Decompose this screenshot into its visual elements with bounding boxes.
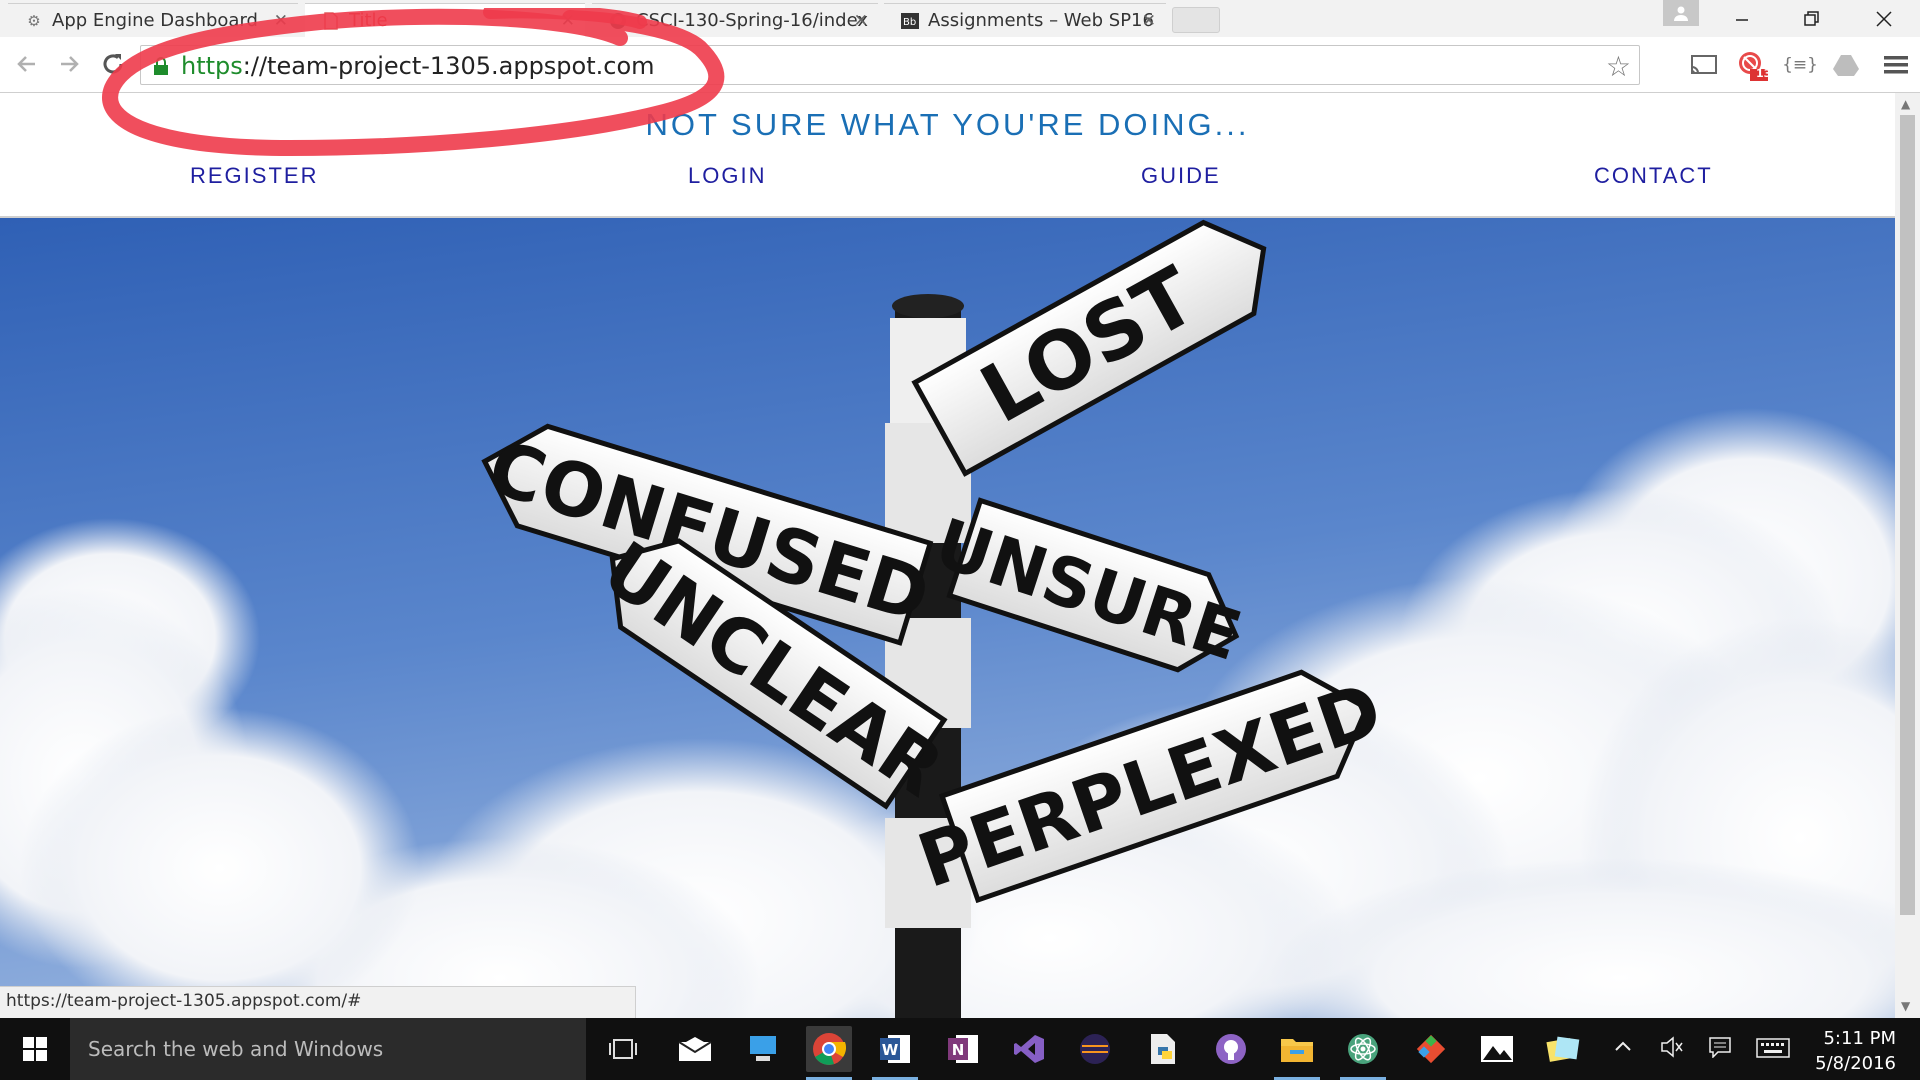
chrome-icon[interactable] [806,1026,852,1072]
url-text: https://team-project-1305.appspot.com [181,52,655,80]
tab-strip: ⚙ App Engine Dashboard ✕ Title ✕ CSCI-13… [0,0,1920,37]
tab-title: CSCI-130-Spring-16/index [636,10,869,31]
clock-time: 5:11 PM [1823,1028,1896,1049]
sticky-notes-icon[interactable] [1540,1026,1586,1072]
photos-icon[interactable] [1474,1026,1520,1072]
site-navigation: REGISTER LOGIN GUIDE CONTACT [0,163,1895,201]
reload-button[interactable] [96,47,130,81]
github-icon [608,11,628,31]
action-center-icon[interactable] [1708,1036,1732,1064]
nav-contact-link[interactable]: CONTACT [1594,163,1713,189]
page-scrollbar[interactable]: ▲ ▼ [1895,93,1920,1018]
reload-icon [103,54,123,74]
minimize-icon [1736,18,1748,21]
extension-badge: 13 [1756,67,1772,80]
python-file-icon[interactable] [1140,1026,1186,1072]
tab-app-engine-dashboard[interactable]: ⚙ App Engine Dashboard ✕ [8,3,298,37]
url-host: ://team-project-1305.appspot.com [242,52,655,80]
tab-title: App Engine Dashboard [52,10,258,31]
profile-button[interactable] [1663,0,1699,26]
gear-icon: ⚙ [27,11,41,30]
start-button[interactable] [0,1018,70,1080]
search-placeholder: Search the web and Windows [88,1037,384,1061]
document-icon [321,11,341,31]
person-icon [1674,6,1688,21]
extension-blocker-icon[interactable]: 13 [1736,49,1772,81]
close-window-button[interactable] [1856,0,1912,37]
cast-icon[interactable] [1688,49,1720,81]
menu-icon[interactable] [1880,49,1912,81]
github-desktop-icon[interactable] [1208,1026,1254,1072]
clock-date: 5/8/2016 [1815,1053,1896,1074]
file-explorer-icon[interactable] [1274,1026,1320,1072]
chevron-up-icon [1615,1041,1631,1051]
tab-title: Assignments – Web SP16 [928,10,1154,31]
close-icon [1876,10,1892,27]
explorer-pc-icon[interactable] [740,1026,786,1072]
link-status-bubble: https://team-project-1305.appspot.com/# [0,986,636,1018]
volume-muted-icon[interactable] [1660,1036,1684,1064]
taskbar-search-box[interactable]: Search the web and Windows [70,1018,586,1080]
drive-icon[interactable] [1830,49,1862,81]
arrow-right-icon [61,56,79,72]
scrollbar-thumb[interactable] [1900,115,1915,915]
scroll-down-icon[interactable]: ▼ [1901,999,1910,1013]
page-title: NOT SURE WHAT YOU'RE DOING... [645,107,1250,142]
svg-text:N: N [952,1041,965,1059]
windows-logo-icon [23,1037,47,1061]
nav-register-link[interactable]: REGISTER [190,163,318,189]
close-icon[interactable]: ✕ [561,11,575,31]
tab-assignments[interactable]: Bb Assignments – Web SP16 ✕ [884,3,1166,37]
arrow-left-icon [17,56,35,72]
bookmark-star-icon[interactable]: ☆ [1606,50,1631,83]
browser-toolbar: https://team-project-1305.appspot.com ☆ … [0,37,1920,93]
system-clock[interactable]: 5:11 PM 5/8/2016 [1815,1026,1896,1076]
json-viewer-icon[interactable]: {≡} [1782,49,1818,81]
onenote-icon[interactable]: N [940,1026,986,1072]
mail-icon[interactable] [672,1026,718,1072]
show-hidden-icons-button[interactable] [1614,1033,1632,1058]
svg-text:Bb: Bb [903,17,916,28]
address-bar[interactable]: https://team-project-1305.appspot.com ☆ [140,45,1640,85]
close-icon[interactable]: ✕ [1142,11,1156,31]
scroll-up-icon[interactable]: ▲ [1901,97,1910,111]
web-page: NOT SURE WHAT YOU'RE DOING... REGISTER L… [0,93,1895,1018]
atom-icon[interactable] [1340,1026,1386,1072]
blackboard-icon: Bb [900,11,920,31]
hero-signpost-image: LOST CONFUSED UNSURE UNCLEAR PERPLEXED [0,218,1895,1018]
tab-title: Title [349,10,388,31]
git-gui-icon[interactable] [1408,1026,1454,1072]
back-button[interactable] [10,47,44,81]
close-icon[interactable]: ✕ [854,11,868,31]
close-icon[interactable]: ✕ [274,11,288,31]
windows-taskbar: Search the web and Windows W N 5:11 PM 5… [0,1018,1920,1080]
task-view-icon[interactable] [600,1026,646,1072]
touch-keyboard-icon[interactable] [1756,1038,1790,1064]
new-tab-button[interactable] [1172,7,1220,33]
restore-icon [1804,10,1819,26]
eclipse-icon[interactable] [1072,1026,1118,1072]
nav-login-link[interactable]: LOGIN [688,163,766,189]
forward-button[interactable] [52,47,86,81]
minimize-button[interactable] [1714,0,1770,37]
nav-guide-link[interactable]: GUIDE [1141,163,1221,189]
visual-studio-icon[interactable] [1006,1026,1052,1072]
lock-icon [154,57,168,75]
svg-text:W: W [882,1041,899,1059]
tab-title-page[interactable]: Title ✕ [305,3,585,37]
restore-button[interactable] [1784,0,1840,37]
url-scheme: https [181,52,243,80]
tab-github-index[interactable]: CSCI-130-Spring-16/index ✕ [592,3,878,37]
word-icon[interactable]: W [872,1026,918,1072]
